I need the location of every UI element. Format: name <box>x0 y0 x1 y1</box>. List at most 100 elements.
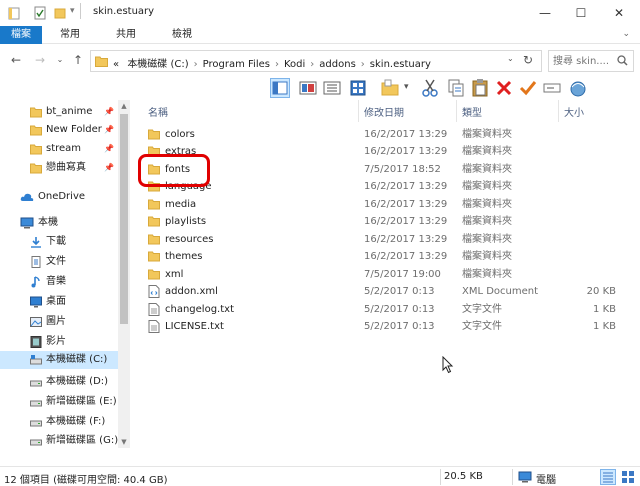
sidebar-item-this-pc[interactable]: 本機 <box>0 214 118 232</box>
sidebar-item-drive-d[interactable]: 本機磁碟 (D:) <box>0 373 118 391</box>
file-row[interactable]: changelog.txt 5/2/2017 0:13 文字文件 1 KB <box>134 301 634 318</box>
tab-view[interactable]: 檢視 <box>164 26 200 44</box>
search-box[interactable] <box>548 50 634 72</box>
breadcrumb-separator[interactable]: › <box>310 59 314 70</box>
column-name[interactable]: 名稱 <box>148 104 168 119</box>
sidebar-item-drive-c[interactable]: 本機磁碟 (C:) <box>0 351 118 369</box>
column-date[interactable]: 修改日期 <box>364 104 404 119</box>
folder-icon <box>30 144 42 155</box>
sidebar-item-videos[interactable]: 影片 <box>0 333 118 351</box>
tab-file[interactable]: 檔案 <box>0 26 42 44</box>
sidebar-item-music[interactable]: 音樂 <box>0 273 118 291</box>
scroll-down-icon[interactable]: ▼ <box>118 436 130 448</box>
file-date: 7/5/2017 19:00 <box>364 269 441 280</box>
column-type[interactable]: 類型 <box>462 104 482 119</box>
qa-dropdown-icon[interactable]: ▾ <box>70 6 75 16</box>
minimize-button[interactable]: — <box>530 4 560 22</box>
scrollbar-thumb[interactable] <box>120 114 128 324</box>
sidebar-item-documents[interactable]: 文件 <box>0 253 118 271</box>
refresh-icon[interactable]: ↻ <box>523 53 533 67</box>
breadcrumb-item[interactable]: addons <box>319 59 356 70</box>
details-pane-icon[interactable] <box>322 78 342 98</box>
file-row[interactable]: themes 16/2/2017 13:29 檔案資料夾 <box>134 248 634 265</box>
new-folder-icon[interactable] <box>380 78 400 98</box>
sidebar-item-label: 本機磁碟 (C:) <box>46 354 108 365</box>
chevron-down-icon[interactable]: ⌄ <box>622 29 630 39</box>
properties-icon[interactable] <box>34 6 46 20</box>
file-row[interactable]: media 16/2/2017 13:29 檔案資料夾 <box>134 196 634 213</box>
address-dropdown-icon[interactable]: ⌄ <box>507 54 514 63</box>
sidebar-item-onedrive[interactable]: OneDrive <box>0 188 118 206</box>
file-name: resources <box>165 234 214 245</box>
maximize-button[interactable]: ☐ <box>566 4 596 22</box>
search-input[interactable] <box>553 54 613 68</box>
sidebar-item-photo-album[interactable]: 戀曲寫真 📌 <box>0 159 118 177</box>
breadcrumb-item[interactable]: skin.estuary <box>370 59 431 70</box>
back-button[interactable]: ← <box>8 52 24 68</box>
pin-icon[interactable]: 📌 <box>104 159 114 177</box>
breadcrumb-overflow[interactable]: « <box>113 59 119 70</box>
address-bar[interactable]: « 本機磁碟 (C:) › Program Files › Kodi › addons › sk… <box>90 50 542 72</box>
file-row[interactable]: addon.xml 5/2/2017 0:13 XML Document 20 … <box>134 283 634 300</box>
copy-icon[interactable] <box>446 78 466 98</box>
search-icon[interactable] <box>617 55 628 66</box>
breadcrumb-item[interactable]: Kodi <box>284 59 305 70</box>
file-type: 檔案資料夾 <box>462 199 512 210</box>
nav-scrollbar[interactable]: ▲ ▼ <box>118 100 130 448</box>
sidebar-item-drive-e[interactable]: 新增磁碟區 (E:) <box>0 393 118 411</box>
file-row[interactable]: colors 16/2/2017 13:29 檔案資料夾 <box>134 126 634 143</box>
sidebar-item-label: bt_anime <box>46 106 93 117</box>
checkmark-icon[interactable] <box>518 78 538 98</box>
breadcrumb-item[interactable]: 本機磁碟 (C:) <box>127 59 188 70</box>
close-button[interactable]: ✕ <box>604 4 634 22</box>
recent-dropdown-icon[interactable]: ⌄ <box>52 52 68 68</box>
details-view-icon[interactable] <box>600 469 616 485</box>
command-toolbar: ▾ <box>266 76 640 100</box>
pin-icon[interactable]: 📌 <box>104 140 114 158</box>
tab-share[interactable]: 共用 <box>108 26 144 44</box>
sidebar-item-bt-anime[interactable]: bt_anime 📌 <box>0 103 118 121</box>
status-bar: 12 個項目 (磁碟可用空間: 40.4 GB) 20.5 KB 電腦 <box>0 466 640 486</box>
sidebar-item-drive-g[interactable]: 新增磁碟區 (G:) <box>0 432 118 448</box>
new-folder-icon[interactable] <box>54 6 66 20</box>
pin-icon[interactable]: 📌 <box>104 121 114 139</box>
new-dropdown-icon[interactable]: ▾ <box>404 82 409 92</box>
breadcrumb-item[interactable]: Program Files <box>203 59 270 70</box>
navigation-pane-icon[interactable] <box>270 78 290 98</box>
rename-icon[interactable] <box>542 78 562 98</box>
folder-icon <box>30 125 42 136</box>
file-row[interactable]: LICENSE.txt 5/2/2017 0:13 文字文件 1 KB <box>134 318 634 335</box>
column-size[interactable]: 大小 <box>564 104 584 119</box>
sidebar-item-drive-f[interactable]: 本機磁碟 (F:) <box>0 413 118 431</box>
folder-icon[interactable] <box>8 6 20 20</box>
large-icons-view-icon[interactable] <box>620 469 636 485</box>
large-icons-icon[interactable] <box>348 78 368 98</box>
breadcrumb-separator[interactable]: › <box>194 59 198 70</box>
file-row[interactable]: xml 7/5/2017 19:00 檔案資料夾 <box>134 266 634 283</box>
cut-icon[interactable] <box>420 78 440 98</box>
sidebar-item-new-folder[interactable]: New Folder 📌 <box>0 121 118 139</box>
sidebar-item-downloads[interactable]: 下載 <box>0 233 118 251</box>
tab-home[interactable]: 常用 <box>52 26 88 44</box>
column-divider[interactable] <box>358 100 359 122</box>
pin-icon[interactable]: 📌 <box>104 103 114 121</box>
sidebar-item-desktop[interactable]: 桌面 <box>0 293 118 311</box>
shell-icon[interactable] <box>568 78 588 98</box>
sidebar-item-pictures[interactable]: 圖片 <box>0 313 118 331</box>
drive-icon <box>30 439 42 446</box>
delete-icon[interactable] <box>494 78 514 98</box>
breadcrumb-separator[interactable]: › <box>361 59 365 70</box>
breadcrumb-separator[interactable]: › <box>275 59 279 70</box>
scroll-up-icon[interactable]: ▲ <box>118 100 130 112</box>
file-row[interactable]: resources 16/2/2017 13:29 檔案資料夾 <box>134 231 634 248</box>
highlight-annotation <box>138 154 210 187</box>
column-divider[interactable] <box>456 100 457 122</box>
preview-pane-icon[interactable] <box>298 78 318 98</box>
column-divider[interactable] <box>558 100 559 122</box>
up-button[interactable]: ↑ <box>70 52 86 68</box>
file-row[interactable]: playlists 16/2/2017 13:29 檔案資料夾 <box>134 213 634 230</box>
paste-icon[interactable] <box>470 78 490 98</box>
sidebar-item-stream[interactable]: stream 📌 <box>0 140 118 158</box>
forward-button[interactable]: → <box>32 52 48 68</box>
title-divider <box>80 3 81 19</box>
